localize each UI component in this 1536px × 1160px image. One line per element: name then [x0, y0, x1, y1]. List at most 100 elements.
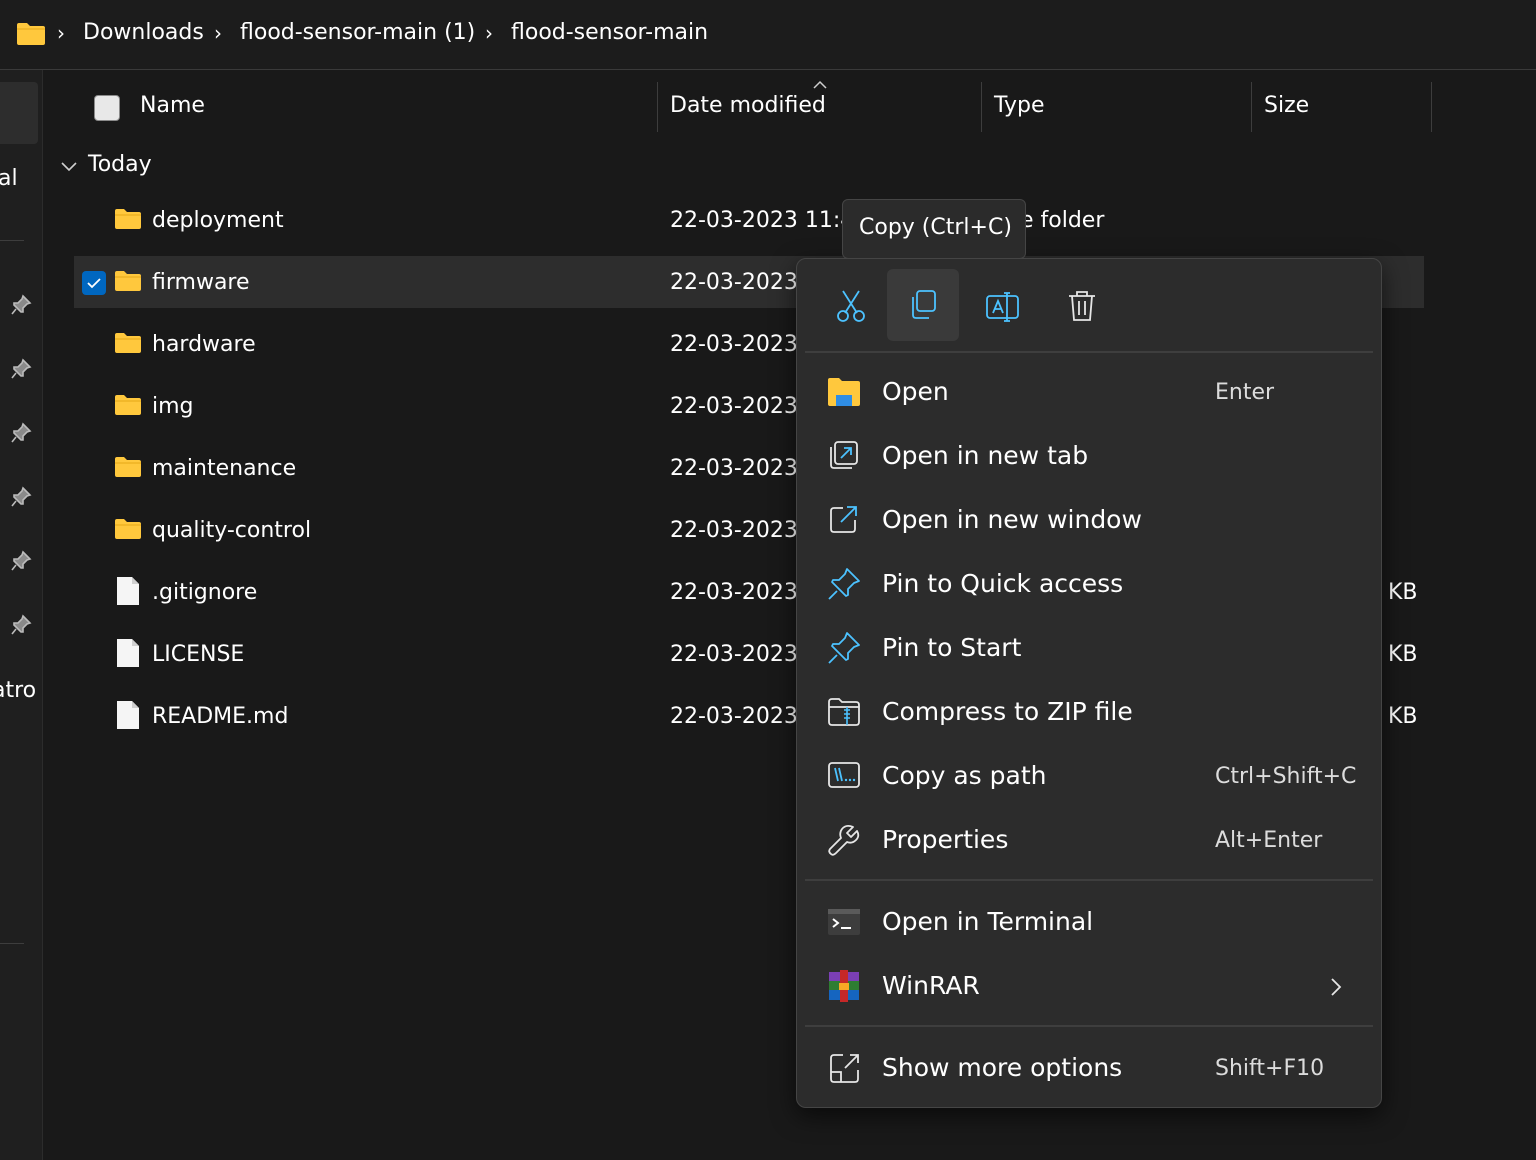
folder-open-icon	[828, 378, 860, 406]
file-size: KB	[1388, 704, 1418, 729]
column-divider[interactable]	[1251, 82, 1252, 132]
terminal-icon	[828, 909, 860, 935]
sort-ascending-icon	[813, 80, 827, 89]
file-date: 22-03-2023	[670, 642, 798, 667]
column-header-date-modified[interactable]: Date modified	[670, 93, 826, 118]
menu-item-open[interactable]: Open Enter	[805, 363, 1373, 423]
trash-icon	[1069, 291, 1095, 321]
column-divider[interactable]	[657, 82, 658, 132]
breadcrumb-flood-sensor-main-1[interactable]: flood-sensor-main (1)	[240, 20, 475, 45]
pin-icon[interactable]	[10, 294, 32, 316]
column-header-name[interactable]: Name	[140, 93, 205, 118]
column-header-size[interactable]: Size	[1264, 93, 1309, 118]
menu-item-winrar[interactable]: WinRAR	[805, 957, 1373, 1017]
file-type: e folder	[1020, 208, 1105, 233]
menu-item-shortcut: Shift+F10	[1215, 1056, 1325, 1081]
menu-item-label: Open in new tab	[882, 441, 1089, 470]
pin-icon[interactable]	[10, 358, 32, 380]
copy-path-icon	[828, 762, 860, 788]
menu-item-label: WinRAR	[882, 971, 980, 1000]
file-row[interactable]: deployment 22-03-2023 11:4 e folder	[74, 196, 1424, 250]
file-name: README.md	[152, 704, 289, 729]
document-icon	[117, 701, 139, 729]
column-divider[interactable]	[1431, 82, 1432, 132]
folder-icon	[115, 209, 141, 229]
select-all-checkbox[interactable]	[94, 95, 120, 121]
folder-icon	[115, 333, 141, 353]
sidebar-selected-item[interactable]	[0, 82, 38, 144]
file-date: 22-03-2023	[670, 394, 798, 419]
tooltip-text: Copy (Ctrl+C)	[859, 215, 1012, 240]
pin-icon[interactable]	[10, 614, 32, 636]
document-icon	[117, 577, 139, 605]
rename-icon	[986, 292, 1019, 322]
pin-icon	[828, 568, 860, 600]
zip-icon	[828, 698, 860, 726]
menu-divider	[805, 879, 1373, 881]
menu-item-open-in-terminal[interactable]: Open in Terminal	[805, 893, 1373, 953]
cut-button[interactable]	[815, 271, 887, 341]
file-size: KB	[1388, 642, 1418, 667]
menu-item-copy-as-path[interactable]: Copy as path Ctrl+Shift+C	[805, 747, 1373, 807]
menu-divider	[805, 351, 1373, 353]
menu-item-shortcut: Ctrl+Shift+C	[1215, 764, 1357, 789]
breadcrumb-downloads[interactable]: Downloads	[83, 20, 204, 45]
pin-icon[interactable]	[10, 550, 32, 572]
column-divider[interactable]	[981, 82, 982, 132]
menu-item-shortcut: Alt+Enter	[1215, 828, 1323, 853]
chevron-right-icon: ›	[485, 21, 493, 45]
rename-button[interactable]	[967, 271, 1039, 341]
file-date: 22-03-2023	[670, 518, 798, 543]
menu-item-show-more-options[interactable]: Show more options Shift+F10	[805, 1039, 1373, 1099]
menu-item-pin-to-start[interactable]: Pin to Start	[805, 619, 1373, 679]
file-date: 22-03-2023	[670, 270, 798, 295]
file-size: KB	[1388, 580, 1418, 605]
winrar-icon	[829, 970, 859, 1002]
copy-icon	[912, 290, 936, 319]
menu-item-label: Open in new window	[882, 505, 1142, 534]
menu-item-label: Properties	[882, 825, 1009, 854]
chevron-down-icon[interactable]	[60, 160, 78, 174]
delete-button[interactable]	[1047, 271, 1119, 341]
folder-icon	[115, 519, 141, 539]
menu-item-open-new-tab[interactable]: Open in new tab	[805, 427, 1373, 487]
folder-icon	[115, 457, 141, 477]
folder-icon	[115, 395, 141, 415]
menu-item-pin-quick-access[interactable]: Pin to Quick access	[805, 555, 1373, 615]
menu-item-properties[interactable]: Properties Alt+Enter	[805, 811, 1373, 871]
file-date: 22-03-2023	[670, 332, 798, 357]
menu-item-compress-zip[interactable]: Compress to ZIP file	[805, 683, 1373, 743]
context-menu: Open Enter Open in new tab Open in new w…	[796, 258, 1382, 1108]
copy-button[interactable]	[887, 269, 959, 341]
context-menu-toolbar	[807, 269, 1371, 341]
pin-icon[interactable]	[10, 486, 32, 508]
wrench-icon	[828, 824, 860, 856]
chevron-right-icon	[1331, 978, 1342, 996]
menu-divider	[805, 1025, 1373, 1027]
sidebar-divider	[0, 943, 24, 944]
checkmark-icon	[87, 278, 101, 289]
folder-icon	[115, 271, 141, 291]
row-checkbox-checked[interactable]	[82, 271, 106, 295]
menu-item-label: Pin to Quick access	[882, 569, 1124, 598]
address-bar[interactable]: › Downloads › flood-sensor-main (1) › fl…	[0, 0, 1536, 70]
more-options-icon	[830, 1054, 859, 1083]
new-window-icon	[830, 506, 857, 533]
pin-icon[interactable]	[10, 422, 32, 444]
sidebar-item-label[interactable]: al	[0, 166, 18, 191]
group-header-today[interactable]: Today	[88, 152, 152, 177]
file-date: 22-03-2023	[670, 704, 798, 729]
tooltip: Copy (Ctrl+C)	[842, 199, 1026, 259]
pin-icon	[828, 632, 860, 664]
sidebar-item-label[interactable]: atro	[0, 678, 36, 703]
menu-item-label: Open in Terminal	[882, 907, 1094, 936]
column-header-type[interactable]: Type	[994, 93, 1045, 118]
file-name: deployment	[152, 208, 284, 233]
chevron-right-icon: ›	[57, 21, 65, 45]
file-date: 22-03-2023	[670, 456, 798, 481]
sidebar-divider	[0, 240, 24, 241]
menu-item-open-new-window[interactable]: Open in new window	[805, 491, 1373, 551]
breadcrumb-flood-sensor-main[interactable]: flood-sensor-main	[511, 20, 708, 45]
menu-item-label: Show more options	[882, 1053, 1123, 1082]
chevron-right-icon: ›	[214, 21, 222, 45]
